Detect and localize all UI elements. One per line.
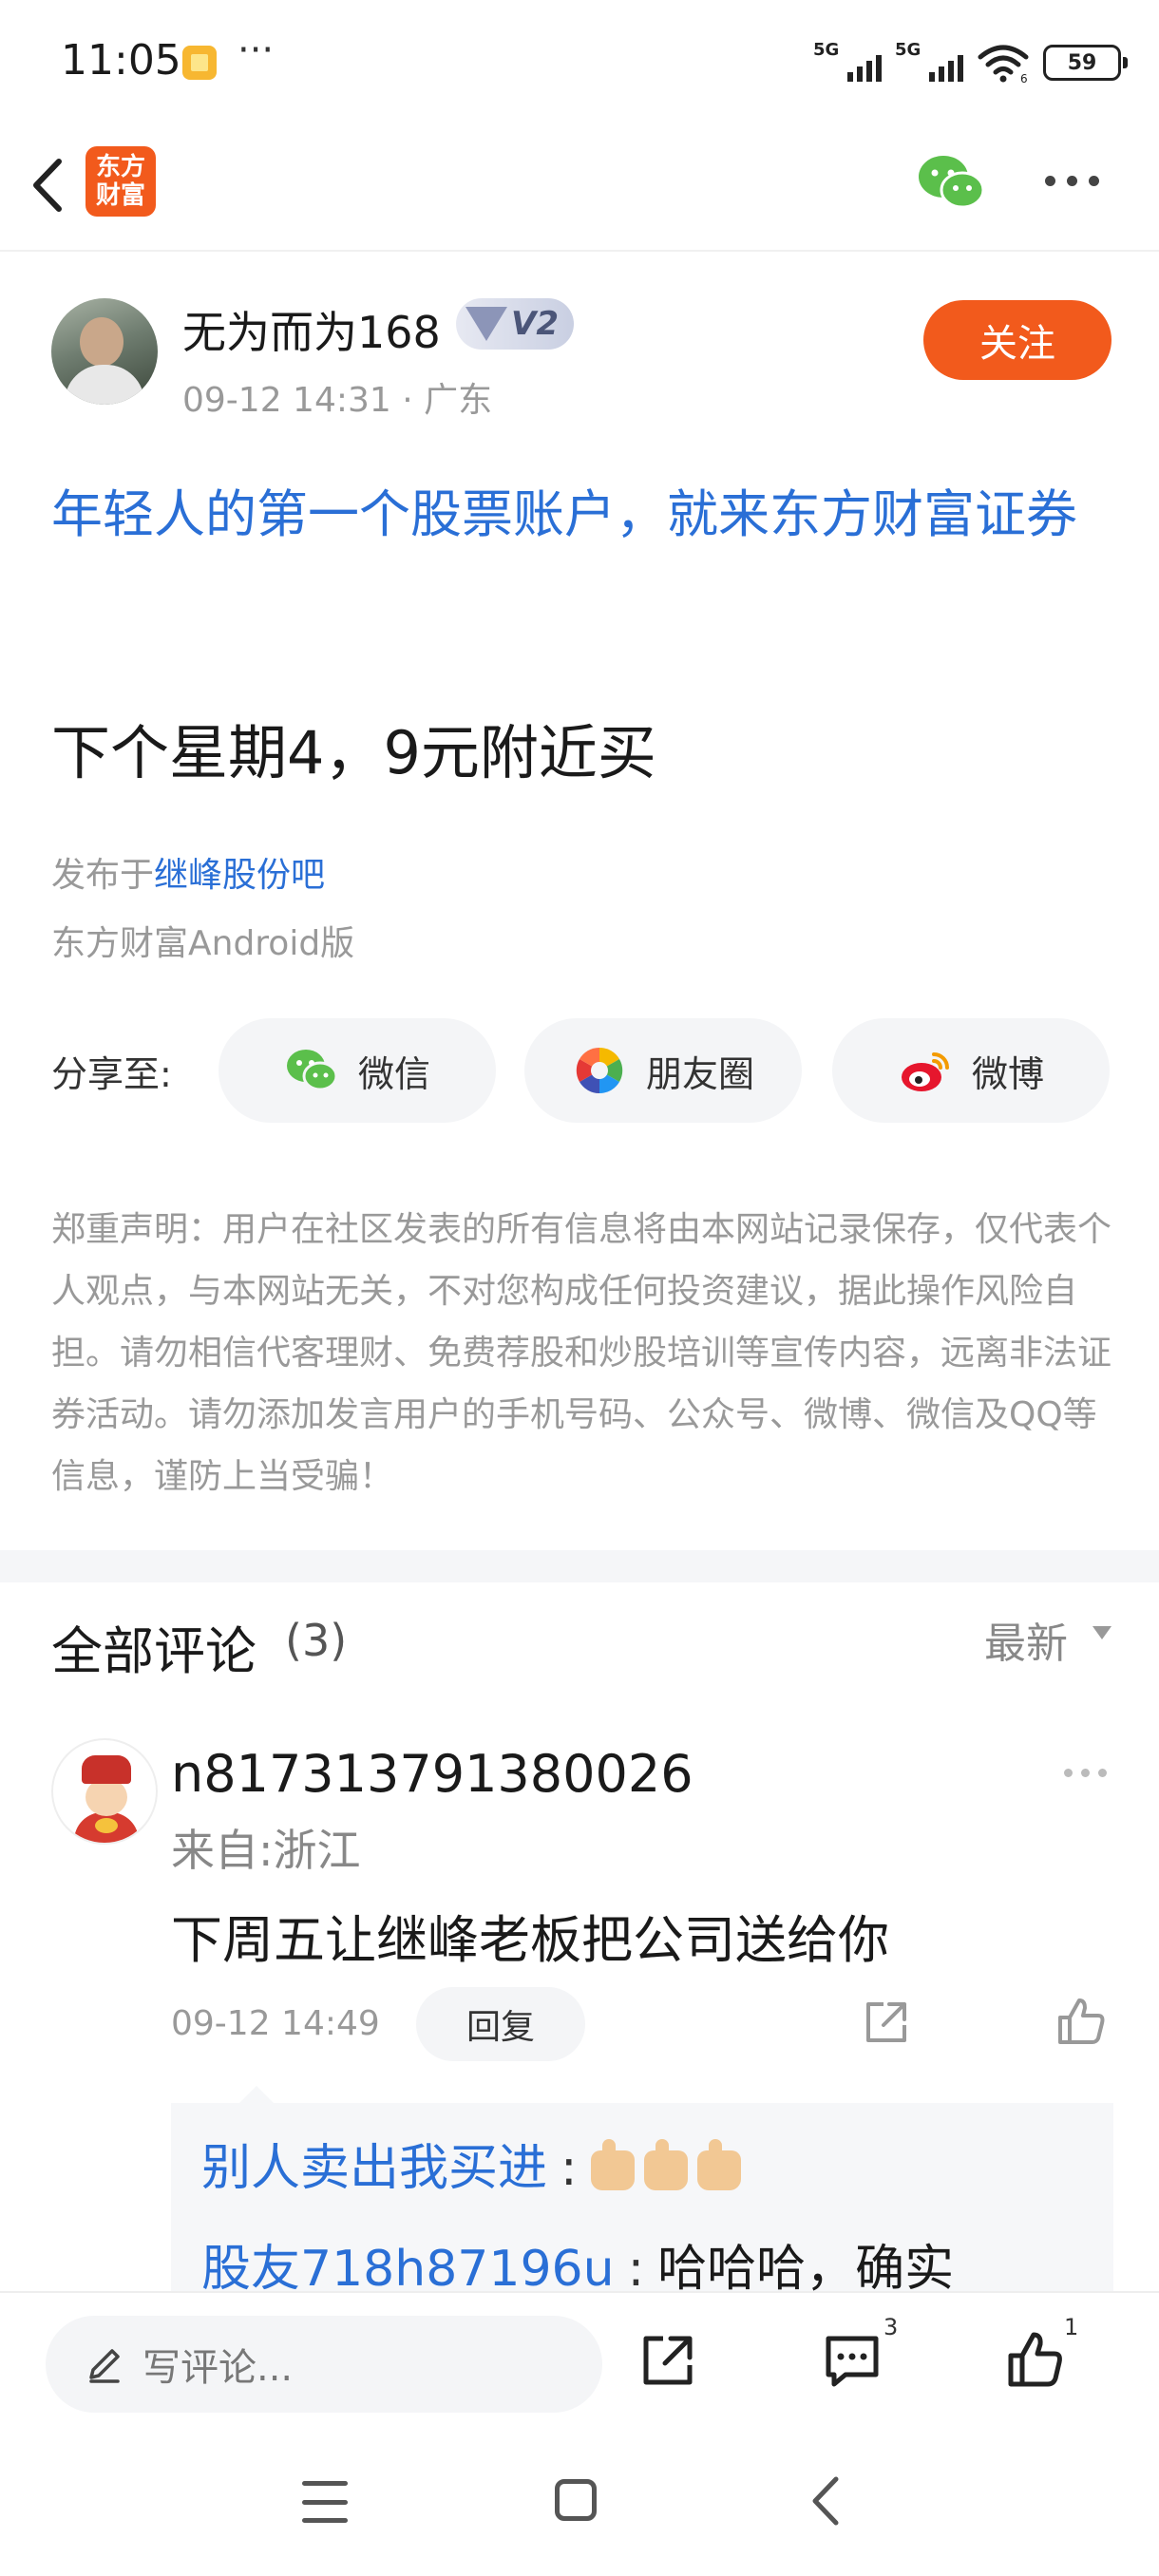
reply-user[interactable]: 股友718h87196u: [201, 2241, 615, 2298]
sort-dropdown[interactable]: 最新: [984, 1609, 1068, 1670]
weibo-icon: [901, 1052, 949, 1091]
home-icon[interactable]: [555, 2479, 597, 2521]
system-nav-bar: [0, 2432, 1159, 2576]
status-indicators: 5G 5G 6 59: [813, 40, 1128, 84]
diamond-icon: [466, 307, 507, 341]
comment-count-badge: 3: [884, 2314, 899, 2340]
post-timestamp-location: 09-12 14:31 · 广东: [182, 381, 493, 420]
author-avatar[interactable]: [51, 298, 158, 405]
top-nav: 东方 财富: [0, 123, 1159, 252]
share-moments-button[interactable]: 朋友圈: [524, 1018, 802, 1123]
thumbs-up-icon[interactable]: [1054, 1995, 1108, 2048]
wifi-icon: 6: [978, 45, 1029, 84]
share-icon[interactable]: [861, 1997, 912, 2048]
more-options-icon[interactable]: [1045, 171, 1112, 190]
comment-text: 下周五让继峰老板把公司送给你: [171, 1910, 889, 1970]
post-body: 下个星期4，9元附近买: [51, 718, 656, 787]
eastmoney-logo: 东方 财富: [86, 146, 156, 217]
commenter-name[interactable]: n817313791380026: [171, 1744, 694, 1804]
back-arrow-icon[interactable]: [21, 152, 78, 218]
comment-time: 09-12 14:49: [171, 2004, 380, 2043]
signal-icon: 5G: [895, 40, 963, 84]
status-overflow-dots: ···: [238, 28, 275, 72]
comments-title: 全部评论: [51, 1621, 256, 1681]
bottom-action-bar: 写评论... 3 1: [0, 2291, 1159, 2432]
reply-row[interactable]: 股友718h87196u: 哈哈哈，确实: [201, 2228, 954, 2300]
wechat-icon: [286, 1050, 338, 1091]
commenter-location: 来自:浙江: [171, 1825, 361, 1876]
comments-count: (3): [285, 1615, 348, 1666]
share-wechat-button[interactable]: 微信: [218, 1018, 496, 1123]
thumbs-up-emoji-icon: [590, 2139, 750, 2197]
stock-bar-link[interactable]: 继峰股份吧: [154, 856, 325, 895]
svg-text:6: 6: [1020, 72, 1028, 84]
author-name[interactable]: 无为而为168: [182, 298, 441, 361]
reply-button[interactable]: 回复: [416, 1987, 585, 2061]
legal-disclaimer: 郑重声明：用户在社区发表的所有信息将由本网站记录保存，仅代表个人观点，与本网站无…: [51, 1210, 1112, 1496]
share-weibo-button[interactable]: 微博: [832, 1018, 1110, 1123]
caret-down-icon[interactable]: [1092, 1626, 1112, 1639]
commenter-avatar[interactable]: [51, 1738, 158, 1845]
replies-pointer: [239, 2086, 274, 2103]
like-icon[interactable]: [1003, 2329, 1066, 2392]
section-divider: [0, 1550, 1159, 1582]
promo-link[interactable]: 年轻人的第一个股票账户，就来东方财富证券: [51, 473, 1115, 557]
write-comment-input[interactable]: 写评论...: [46, 2316, 602, 2413]
client-source: 东方财富Android版: [51, 924, 355, 963]
status-bar: 11:05 ··· 5G 5G 6 59: [0, 0, 1159, 123]
share-label: 分享至:: [51, 1053, 172, 1095]
reply-user[interactable]: 别人卖出我买进: [201, 2140, 547, 2197]
comment-more-icon[interactable]: [1064, 1769, 1107, 1777]
vip-level-badge: V2: [456, 298, 574, 350]
moments-icon: [576, 1047, 623, 1094]
published-in: 发布于继峰股份吧: [51, 856, 326, 895]
share-icon[interactable]: [636, 2329, 699, 2392]
wechat-share-icon[interactable]: [917, 152, 985, 211]
signal-icon: 5G: [813, 40, 882, 84]
system-back-icon[interactable]: [808, 2473, 846, 2529]
like-count-badge: 1: [1064, 2314, 1079, 2340]
reply-row[interactable]: 别人卖出我买进:: [201, 2128, 750, 2199]
comment-icon[interactable]: [821, 2329, 884, 2392]
recent-apps-icon[interactable]: [302, 2481, 348, 2523]
status-time: 11:05: [61, 36, 181, 85]
battery-icon: 59: [1043, 45, 1128, 81]
notes-app-icon: [182, 46, 217, 80]
follow-button[interactable]: 关注: [923, 300, 1112, 380]
pencil-icon: [89, 2349, 120, 2383]
